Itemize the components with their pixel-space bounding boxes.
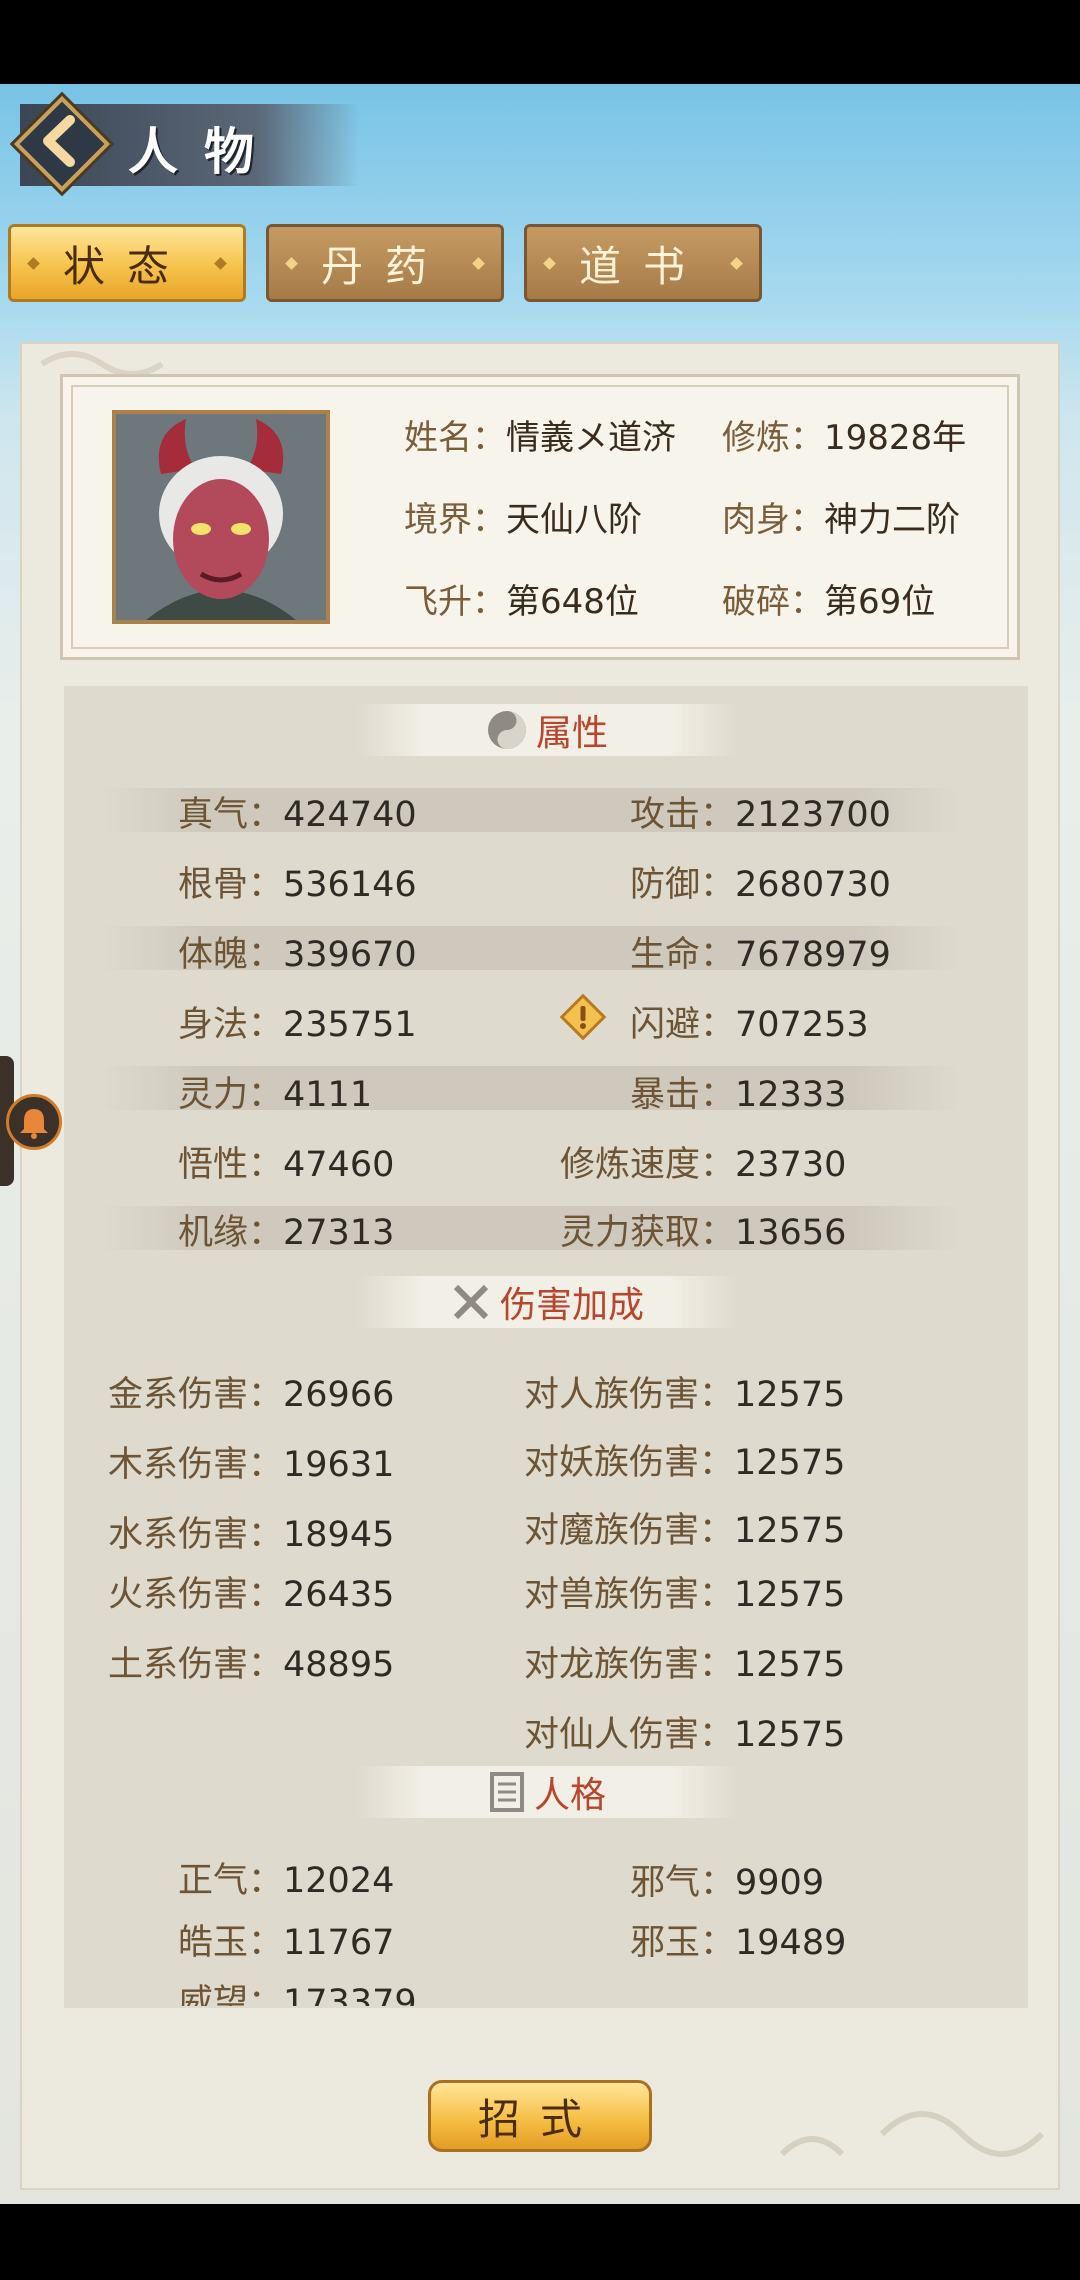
section-header-personality: 人格 <box>356 1766 738 1818</box>
tab-label: 状态 <box>62 241 191 291</box>
stat-evil: 邪气：9909 <box>630 1863 825 1903</box>
yin-yang-icon <box>487 711 526 749</box>
stat-gengu: 根骨：536146 <box>178 865 417 905</box>
stat-haoyu: 皓玉：11767 <box>178 1923 395 1963</box>
demon-portrait-image <box>116 414 326 620</box>
stat-zhenqi: 真气：424740 <box>178 795 417 835</box>
scroll-list-icon <box>489 1772 524 1812</box>
profile-ascension: 飞升：第648位 <box>404 582 639 622</box>
skills-button-label: 招式 <box>477 2094 602 2144</box>
stat-lingli-gain: 灵力获取：13656 <box>560 1213 847 1253</box>
crossed-swords-icon <box>453 1284 489 1320</box>
page-title: 人物 <box>128 122 280 181</box>
profile-cultivation: 修炼：19828年 <box>722 418 967 458</box>
stat-vs-dragon-damage: 对龙族伤害：12575 <box>524 1645 846 1685</box>
stat-crit: 暴击：12333 <box>630 1075 847 1115</box>
skills-button[interactable]: 招式 <box>428 2080 652 2152</box>
stat-righteous: 正气：12024 <box>178 1861 395 1901</box>
tab-ornament <box>472 257 485 270</box>
system-nav-bar <box>0 2204 1080 2280</box>
bell-icon <box>20 1109 48 1139</box>
stat-life: 生命：7678979 <box>630 935 891 975</box>
profile-body: 肉身：神力二阶 <box>722 500 960 540</box>
tab-ornament <box>285 257 298 270</box>
stat-wood-damage: 木系伤害：19631 <box>108 1445 395 1485</box>
stat-lingli: 灵力：4111 <box>178 1075 373 1115</box>
profile-realm: 境界：天仙八阶 <box>404 500 642 540</box>
profile-name: 姓名：情義メ道济 <box>404 418 676 458</box>
stat-tipo: 体魄：339670 <box>178 935 417 975</box>
stat-metal-damage: 金系伤害：26966 <box>108 1375 395 1415</box>
stat-attack: 攻击：2123700 <box>630 795 891 835</box>
stat-dodge: 闪避：707253 <box>630 1005 869 1045</box>
tab-ornament <box>214 257 227 270</box>
stat-vs-immortal-damage: 对仙人伤害：12575 <box>524 1715 846 1755</box>
stat-cultivation-speed: 修炼速度：23730 <box>560 1145 847 1185</box>
section-title: 伤害加成 <box>499 1285 644 1326</box>
tab-books[interactable]: 道书 <box>524 224 762 302</box>
back-arrow-icon <box>43 115 75 167</box>
tab-status[interactable]: 状态 <box>8 224 246 302</box>
stat-vs-demon-damage: 对妖族伤害：12575 <box>524 1443 846 1483</box>
back-button[interactable] <box>13 95 111 193</box>
tab-ornament <box>27 257 40 270</box>
stat-vs-human-damage: 对人族伤害：12575 <box>524 1375 846 1415</box>
stat-wuxing: 悟性：47460 <box>178 1145 395 1185</box>
stat-vs-beast-damage: 对兽族伤害：12575 <box>524 1575 846 1615</box>
profile-shatter: 破碎：第69位 <box>722 582 936 622</box>
stat-prestige: 威望：173379 <box>178 1983 417 2006</box>
warning-icon[interactable] <box>558 992 608 1042</box>
section-header-damage: 伤害加成 <box>356 1276 738 1328</box>
section-title: 属性 <box>535 713 608 754</box>
section-header-attributes: 属性 <box>356 704 738 756</box>
stat-shenfa: 身法：235751 <box>178 1005 417 1045</box>
tab-ornament <box>730 257 743 270</box>
tab-pills[interactable]: 丹药 <box>266 224 504 302</box>
section-title: 人格 <box>533 1775 606 1816</box>
stat-vs-mo-damage: 对魔族伤害：12575 <box>524 1511 846 1551</box>
notification-bell-button[interactable] <box>6 1094 62 1150</box>
stat-xieyu: 邪玉：19489 <box>630 1923 847 1963</box>
stat-earth-damage: 土系伤害：48895 <box>108 1645 395 1685</box>
stat-jiyuan: 机缘：27313 <box>178 1213 395 1253</box>
tab-label: 丹药 <box>320 241 449 291</box>
tab-ornament <box>543 257 556 270</box>
tab-label: 道书 <box>578 241 707 291</box>
stat-water-damage: 水系伤害：18945 <box>108 1515 395 1555</box>
character-avatar[interactable] <box>112 410 330 624</box>
stat-fire-damage: 火系伤害：26435 <box>108 1575 395 1615</box>
stat-defense: 防御：2680730 <box>630 865 891 905</box>
